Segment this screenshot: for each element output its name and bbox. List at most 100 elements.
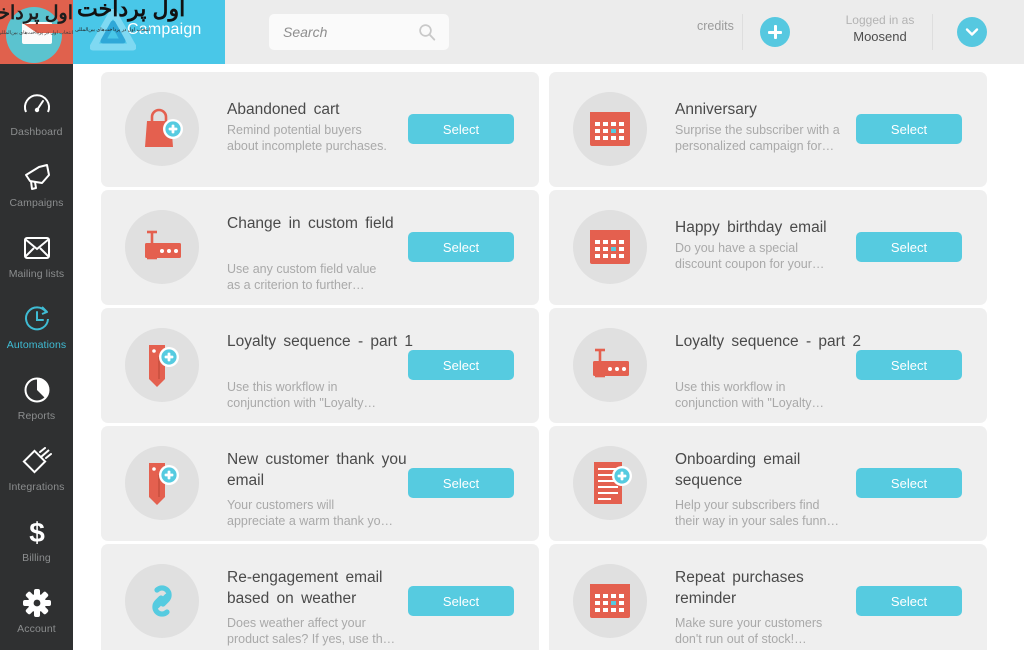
brand-watermark-title: اول پرداخت (77, 0, 186, 21)
recipe-icon-bg (573, 564, 647, 638)
recipe-title: Abandoned cart (227, 101, 340, 118)
sidebar-item-label: Account (17, 623, 56, 635)
recipe-card[interactable]: New customer thank you email Your custom… (101, 426, 539, 541)
header-divider-2 (932, 14, 933, 50)
select-button[interactable]: Select (856, 232, 962, 262)
recipe-title: Repeat purchases reminder (675, 569, 804, 607)
sidebar-item-mailing-lists[interactable]: Mailing lists (0, 222, 73, 293)
select-button[interactable]: Select (408, 586, 514, 616)
recipe-icon-bg (125, 210, 199, 284)
select-button[interactable]: Select (856, 586, 962, 616)
select-button[interactable]: Select (408, 350, 514, 380)
sidebar-item-account[interactable]: Account (0, 577, 73, 648)
select-button[interactable]: Select (856, 114, 962, 144)
recipe-card[interactable]: Onboarding email sequence Help your subs… (549, 426, 987, 541)
recipe-title: Anniversary (675, 101, 757, 118)
shopping-bag-plus-icon (125, 92, 199, 166)
recipe-icon-bg (125, 446, 199, 520)
select-button[interactable]: Select (408, 114, 514, 144)
plus-icon[interactable] (760, 17, 790, 47)
recipe-card[interactable]: Re-engagement email based on weather Doe… (101, 544, 539, 650)
recipe-description: Use any custom field value as a criterio… (227, 261, 417, 293)
recipe-description-line-2: about incomplete purchases. (227, 139, 387, 153)
clock-arrow-icon (0, 304, 73, 334)
sidebar-item-integrations[interactable]: Integrations (0, 435, 73, 506)
sidebar-logo[interactable]: اول پرداخت انتخاب اول در پرداخت‌های بین‌… (0, 0, 73, 64)
recipe-title: New customer thank you email (227, 451, 407, 489)
select-button[interactable]: Select (856, 350, 962, 380)
custom-field-icon (573, 328, 647, 402)
select-button[interactable]: Select (408, 232, 514, 262)
sidebar-item-label: Reports (17, 410, 56, 422)
recipe-description-line-2: conjunction with "Loyalty… (675, 396, 824, 410)
custom-field-icon (125, 210, 199, 284)
brand-watermark-subtitle: انتخاب اول در پرداخت‌های بین‌المللی (75, 27, 151, 33)
top-bar: Campaign اول پرداخت انتخاب اول در پرداخت… (73, 0, 1024, 64)
recipe-card[interactable]: Loyalty sequence - part 2 Use this workf… (549, 308, 987, 423)
sidebar-item-label: Campaigns (9, 197, 64, 209)
recipe-icon-bg (573, 328, 647, 402)
logged-in-info: Logged in as Moosend (830, 13, 930, 45)
recipe-description-line-1: Help your subscribers find (675, 498, 820, 512)
recipe-title: Onboarding email sequence (675, 451, 801, 489)
recipe-card[interactable]: Abandoned cart Remind potential buyers a… (101, 72, 539, 187)
recipe-icon-bg (125, 328, 199, 402)
recipe-card[interactable]: Loyalty sequence - part 1 Use this workf… (101, 308, 539, 423)
pie-chart-icon (0, 375, 73, 405)
recipe-description-line-2: as a criterion to further… (227, 278, 365, 292)
search-input[interactable] (283, 14, 413, 50)
recipe-icon-bg (573, 446, 647, 520)
recipe-card[interactable]: Repeat purchases reminder Make sure your… (549, 544, 987, 650)
credits-label: credits (697, 19, 734, 33)
watermark-subtitle: انتخاب اول در پرداخت‌های بین‌المللی (0, 30, 73, 36)
recipe-description-line-1: Make sure your customers (675, 616, 823, 630)
recipe-description: Remind potential buyers about incomplete… (227, 122, 417, 154)
sidebar-item-automations[interactable]: Automations (0, 293, 73, 364)
recipe-card[interactable]: Anniversary Surprise the subscriber with… (549, 72, 987, 187)
recipe-description: Make sure your customers don't run out o… (675, 615, 865, 647)
recipe-description: Surprise the subscriber with a personali… (675, 122, 865, 154)
megaphone-icon (0, 162, 73, 192)
recipe-description-line-2: appreciate a warm thank yo… (227, 514, 394, 528)
recipe-description: Use this workflow in conjunction with "L… (675, 379, 865, 411)
recipe-description: Use this workflow in conjunction with "L… (227, 379, 417, 411)
select-button[interactable]: Select (856, 468, 962, 498)
svg-text:$: $ (29, 517, 45, 547)
calendar-icon (573, 92, 647, 166)
recipe-description-line-1: Remind potential buyers (227, 123, 362, 137)
sidebar-nav: Dashboard Campaigns Mailing lists Automatio… (0, 64, 73, 648)
recipe-title: Loyalty sequence - part 1 (227, 333, 414, 350)
sidebar-item-label: Mailing lists (8, 268, 65, 280)
tag-plus-icon (125, 328, 199, 402)
brand-bar[interactable]: Campaign اول پرداخت انتخاب اول در پرداخت… (73, 0, 225, 64)
tag-plus-icon (125, 446, 199, 520)
dollar-icon: $ (0, 517, 73, 547)
recipe-description-line-1: Use this workflow in (227, 380, 338, 394)
recipe-description-line-1: Do you have a special (675, 241, 798, 255)
envelope-icon (0, 233, 73, 263)
recipe-title: Happy birthday email (675, 219, 827, 236)
sidebar-item-label: Dashboard (10, 126, 63, 138)
sidebar-item-campaigns[interactable]: Campaigns (0, 151, 73, 222)
chevron-down-icon[interactable] (957, 17, 987, 47)
sidebar-item-dashboard[interactable]: Dashboard (0, 80, 73, 151)
search-icon[interactable] (418, 23, 436, 41)
header-divider-1 (742, 14, 743, 50)
sidebar-item-reports[interactable]: Reports (0, 364, 73, 435)
search-box[interactable] (269, 14, 449, 50)
sidebar-item-label: Integrations (8, 481, 65, 493)
recipe-description-line-1: Use any custom field value (227, 262, 377, 276)
select-button[interactable]: Select (408, 468, 514, 498)
recipe-description: Help your subscribers find their way in … (675, 497, 865, 529)
speedometer-icon (0, 91, 73, 121)
calendar-icon (573, 210, 647, 284)
sidebar-item-billing[interactable]: $ Billing (0, 506, 73, 577)
recipe-grid: Abandoned cart Remind potential buyers a… (101, 72, 1011, 650)
recipe-card[interactable]: Change in custom field Use any custom fi… (101, 190, 539, 305)
watermark-title: اول پرداخت (0, 3, 73, 24)
document-plus-icon (573, 446, 647, 520)
recipe-card[interactable]: Happy birthday email Do you have a speci… (549, 190, 987, 305)
gear-icon (0, 588, 73, 618)
recipe-description-line-2: their way in your sales funn… (675, 514, 839, 528)
recipe-description: Your customers will appreciate a warm th… (227, 497, 417, 529)
